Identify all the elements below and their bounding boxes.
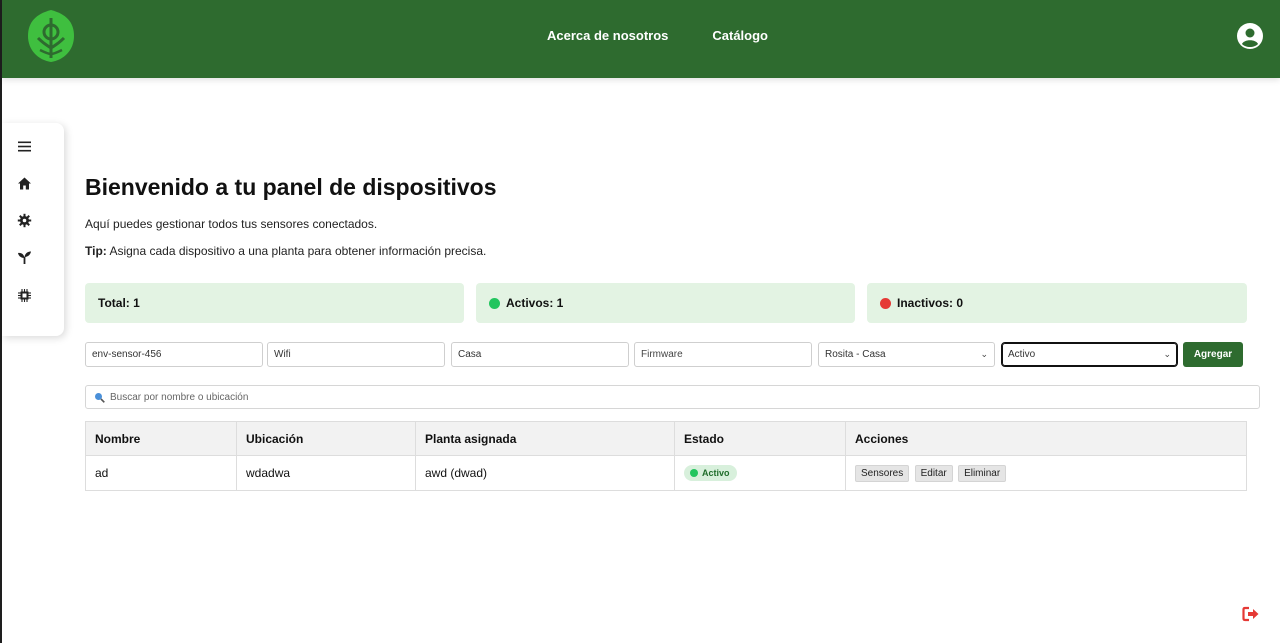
sidebar-item-devices[interactable] [14,285,34,305]
firmware-input[interactable]: Firmware [634,342,812,367]
plant-icon [17,251,31,264]
plant-select-value: Rosita - Casa [825,349,886,360]
location-input[interactable]: Casa [451,342,629,367]
col-location-header: Ubicación [236,421,416,456]
chip-icon [17,288,31,302]
sidebar [2,123,64,336]
menu-icon [17,141,31,151]
sidebar-item-plants[interactable] [14,247,34,267]
connection-input[interactable]: Wifi [267,342,445,367]
tip-label: Tip: [85,244,107,258]
status-badge-label: Activo [702,468,730,478]
inactive-dot-icon [880,297,891,309]
stat-active-label: Activos: 1 [506,296,564,310]
devices-table: Nombre Ubicación Planta asignada Estado … [85,421,1247,491]
status-select[interactable]: Activo ⌄ [1001,342,1178,367]
stat-total-label: Total: 1 [98,296,140,310]
add-device-button[interactable]: Agregar [1183,342,1243,367]
main-nav: Acerca de nosotros Catálogo [547,28,768,43]
stat-total-card: Total: 1 [85,283,464,323]
chevron-down-icon: ⌄ [980,349,988,359]
page-title: Bienvenido a tu panel de dispositivos [85,174,497,200]
search-placeholder: Buscar por nombre o ubicación [110,391,249,403]
status-select-value: Activo [1008,349,1036,360]
tip-text: Tip: Asigna cada dispositivo a una plant… [85,244,486,258]
table-row: ad wdadwa awd (dwad) Activo Sensores Edi… [85,455,1247,491]
cell-name: ad [85,455,237,491]
logout-icon[interactable] [1242,605,1260,623]
stat-active-card: Activos: 1 [476,283,855,323]
sidebar-item-menu[interactable] [14,136,34,156]
sensors-button[interactable]: Sensores [855,464,910,482]
search-input[interactable]: Buscar por nombre o ubicación [85,385,1260,409]
search-icon [95,392,105,403]
status-badge: Activo [684,465,737,481]
delete-button[interactable]: Eliminar [958,464,1007,482]
page-subtitle: Aquí puedes gestionar todos tus sensores… [85,217,378,231]
device-name-input[interactable]: env-sensor-456 [85,342,263,367]
nav-about-link[interactable]: Acerca de nosotros [547,28,668,43]
stat-inactive-card: Inactivos: 0 [867,283,1247,323]
col-plant-header: Planta asignada [415,421,675,456]
home-icon [17,177,31,189]
plant-select[interactable]: Rosita - Casa ⌄ [818,342,995,367]
cell-location: wdadwa [236,455,416,491]
table-header-row: Nombre Ubicación Planta asignada Estado … [85,421,1247,456]
leaf-logo-icon[interactable] [24,8,78,64]
edit-button[interactable]: Editar [914,464,953,482]
gear-icon [17,213,31,227]
cell-plant: awd (dwad) [415,455,675,491]
nav-catalog-link[interactable]: Catálogo [712,28,768,43]
chevron-down-icon: ⌄ [1163,349,1171,359]
cell-status: Activo [674,455,846,491]
status-dot-icon [690,469,698,477]
col-actions-header: Acciones [845,421,1247,456]
tip-body: Asigna cada dispositivo a una planta par… [106,244,487,258]
col-name-header: Nombre [85,421,237,456]
user-account-icon[interactable] [1236,22,1264,50]
col-status-header: Estado [674,421,846,456]
stat-inactive-label: Inactivos: 0 [897,296,964,310]
top-navbar: Acerca de nosotros Catálogo [2,0,1280,78]
sidebar-item-home[interactable] [14,173,34,193]
active-dot-icon [489,297,500,309]
sidebar-item-settings[interactable] [14,210,34,230]
cell-actions: Sensores Editar Eliminar [845,455,1247,491]
